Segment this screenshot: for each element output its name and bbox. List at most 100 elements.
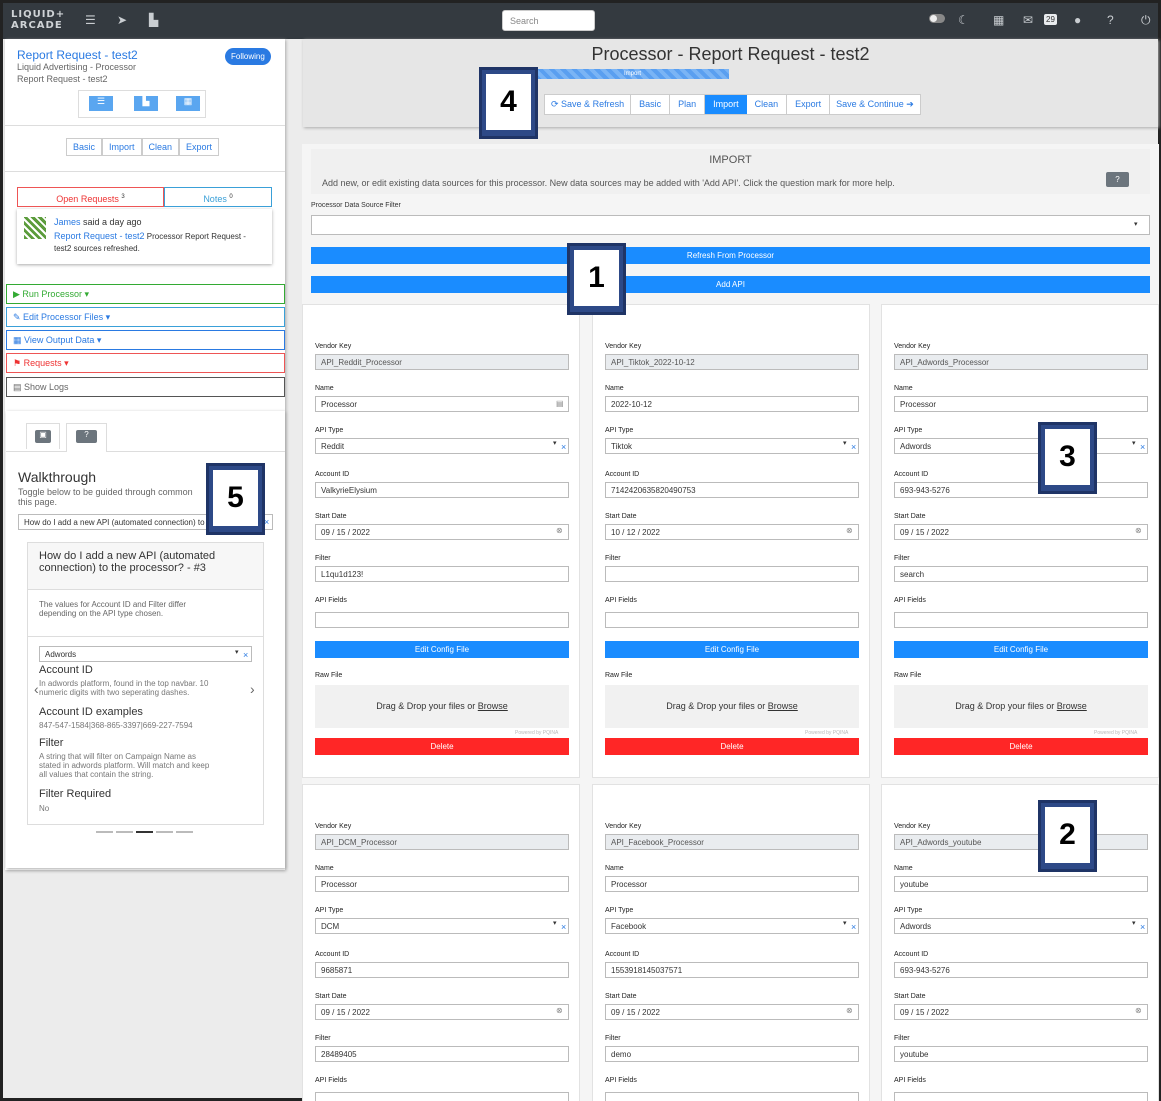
clear-icon[interactable]: × (851, 922, 856, 932)
clear-date-icon[interactable]: ⊗ (846, 526, 853, 535)
step-plan[interactable]: Plan (670, 95, 706, 114)
tab-clean[interactable]: Clean (141, 138, 180, 156)
account-id-input[interactable]: 1553918145037571 (605, 962, 859, 978)
step-clean[interactable]: Clean (747, 95, 788, 114)
name-input[interactable]: Processor (315, 396, 569, 412)
account-id-input[interactable]: 693-943-5276 (894, 482, 1148, 498)
delete-button[interactable]: Delete (315, 738, 569, 755)
slide-api-type-select[interactable]: Adwords (39, 646, 252, 662)
calendar-icon[interactable]: ▦ (993, 13, 1004, 27)
api-type-input[interactable]: DCM (315, 918, 569, 934)
filter-input[interactable]: 28489405 (315, 1046, 569, 1062)
file-dropzone[interactable]: Drag & Drop your files or Browse (605, 685, 859, 728)
file-dropzone[interactable]: Drag & Drop your files or Browse (315, 685, 569, 728)
chat-icon[interactable]: ▣ (35, 430, 51, 443)
api-fields-input[interactable] (315, 612, 569, 628)
account-id-input[interactable]: 693-943-5276 (894, 962, 1148, 978)
start-date-input[interactable]: 10 / 12 / 2022 (605, 524, 859, 540)
note-link[interactable]: Report Request - test2 (54, 231, 145, 241)
api-fields-input[interactable] (894, 1092, 1148, 1101)
step-export[interactable]: Export (787, 95, 831, 114)
slide-indicators[interactable] (96, 831, 193, 833)
user-icon[interactable]: ● (1074, 13, 1081, 27)
request-title[interactable]: Report Request - test2 (17, 48, 138, 62)
search-input[interactable]: Search (502, 10, 595, 31)
browse-link[interactable]: Browse (768, 701, 798, 711)
notification-badge[interactable]: 29 (1044, 14, 1057, 25)
name-input[interactable]: Processor (315, 876, 569, 892)
clear-icon[interactable]: × (561, 922, 566, 932)
step-import[interactable]: Import (705, 95, 747, 114)
api-type-input[interactable]: Facebook (605, 918, 859, 934)
next-slide-icon[interactable]: › (250, 681, 255, 697)
filter-input[interactable]: L1qu1d123! (315, 566, 569, 582)
add-api-button[interactable]: Add API (311, 276, 1150, 293)
clear-date-icon[interactable]: ⊗ (556, 1006, 563, 1015)
delete-button[interactable]: Delete (894, 738, 1148, 755)
start-date-input[interactable]: 09 / 15 / 2022 (894, 1004, 1148, 1020)
browse-link[interactable]: Browse (1057, 701, 1087, 711)
chevron-down-icon[interactable]: ▾ (843, 439, 847, 447)
refresh-from-processor-button[interactable]: Refresh From Processor (311, 247, 1150, 264)
logo[interactable]: LIQUID+ ARCADE (11, 9, 65, 31)
account-id-input[interactable]: ValkyrieElysium (315, 482, 569, 498)
api-fields-input[interactable] (605, 612, 859, 628)
edit-config-file-button[interactable]: Edit Config File (315, 641, 569, 658)
chart-icon[interactable]: ▙ (149, 13, 158, 27)
chevron-down-icon[interactable]: ▾ (1132, 919, 1136, 927)
name-input[interactable]: Processor (605, 876, 859, 892)
prev-slide-icon[interactable]: ‹ (34, 681, 39, 697)
filter-input[interactable]: youtube (894, 1046, 1148, 1062)
account-id-input[interactable]: 7142420635820490753 (605, 482, 859, 498)
name-input[interactable]: Processor (894, 396, 1148, 412)
filter-input[interactable] (605, 566, 859, 582)
delete-button[interactable]: Delete (605, 738, 859, 755)
menu-icon[interactable]: ☰ (85, 13, 96, 27)
start-date-input[interactable]: 09 / 15 / 2022 (605, 1004, 859, 1020)
show-logs-button[interactable]: ▤ Show Logs (6, 377, 285, 397)
help-icon[interactable]: ? (1107, 13, 1114, 27)
data-source-filter[interactable] (311, 215, 1150, 235)
chevron-down-icon[interactable]: ▾ (553, 919, 557, 927)
view-output-data-button[interactable]: ▦ View Output Data ▾ (6, 330, 285, 350)
clear-icon[interactable]: × (1140, 442, 1145, 452)
save-refresh-button[interactable]: ⟳ Save & Refresh (545, 95, 632, 114)
clear-icon[interactable]: × (851, 442, 856, 452)
notes-tab[interactable]: Notes 0 (164, 187, 272, 207)
open-requests-tab[interactable]: Open Requests 3 (17, 187, 164, 207)
clear-icon[interactable]: × (1140, 922, 1145, 932)
clear-date-icon[interactable]: ⊗ (1135, 1006, 1142, 1015)
chart-view-icon[interactable]: ▙ (134, 96, 158, 111)
help-icon[interactable]: ? (1106, 172, 1129, 187)
edit-config-file-button[interactable]: Edit Config File (894, 641, 1148, 658)
start-date-input[interactable]: 09 / 15 / 2022 (315, 1004, 569, 1020)
chevron-down-icon[interactable]: ▾ (843, 919, 847, 927)
api-type-input[interactable]: Tiktok (605, 438, 859, 454)
clear-date-icon[interactable]: ⊗ (846, 1006, 853, 1015)
clear-date-icon[interactable]: ⊗ (556, 526, 563, 535)
mail-icon[interactable]: ✉ (1023, 13, 1033, 27)
list-view-icon[interactable]: ☰ (89, 96, 113, 111)
api-fields-input[interactable] (605, 1092, 859, 1101)
edit-processor-files-button[interactable]: ✎ Edit Processor Files ▾ (6, 307, 285, 327)
api-fields-input[interactable] (894, 612, 1148, 628)
save-continue-button[interactable]: Save & Continue ➔ (830, 95, 920, 114)
moon-icon[interactable]: ☾ (958, 13, 969, 27)
api-type-input[interactable]: Reddit (315, 438, 569, 454)
dark-mode-toggle[interactable] (929, 14, 945, 23)
help-tab-icon[interactable]: ? (76, 430, 97, 443)
browse-link[interactable]: Browse (478, 701, 508, 711)
start-date-input[interactable]: 09 / 15 / 2022 (315, 524, 569, 540)
api-type-input[interactable]: Adwords (894, 918, 1148, 934)
api-type-input[interactable]: Adwords (894, 438, 1148, 454)
following-button[interactable]: Following (225, 48, 271, 65)
filter-input[interactable]: search (894, 566, 1148, 582)
send-icon[interactable]: ➤ (117, 13, 127, 27)
start-date-input[interactable]: 09 / 15 / 2022 (894, 524, 1148, 540)
requests-button[interactable]: ⚑ Requests ▾ (6, 353, 285, 373)
name-input[interactable]: youtube (894, 876, 1148, 892)
clipboard-icon[interactable]: ▤ (556, 399, 564, 408)
clear-date-icon[interactable]: ⊗ (1135, 526, 1142, 535)
chevron-down-icon[interactable]: ▾ (1132, 439, 1136, 447)
table-view-icon[interactable]: ▦ (176, 96, 200, 111)
